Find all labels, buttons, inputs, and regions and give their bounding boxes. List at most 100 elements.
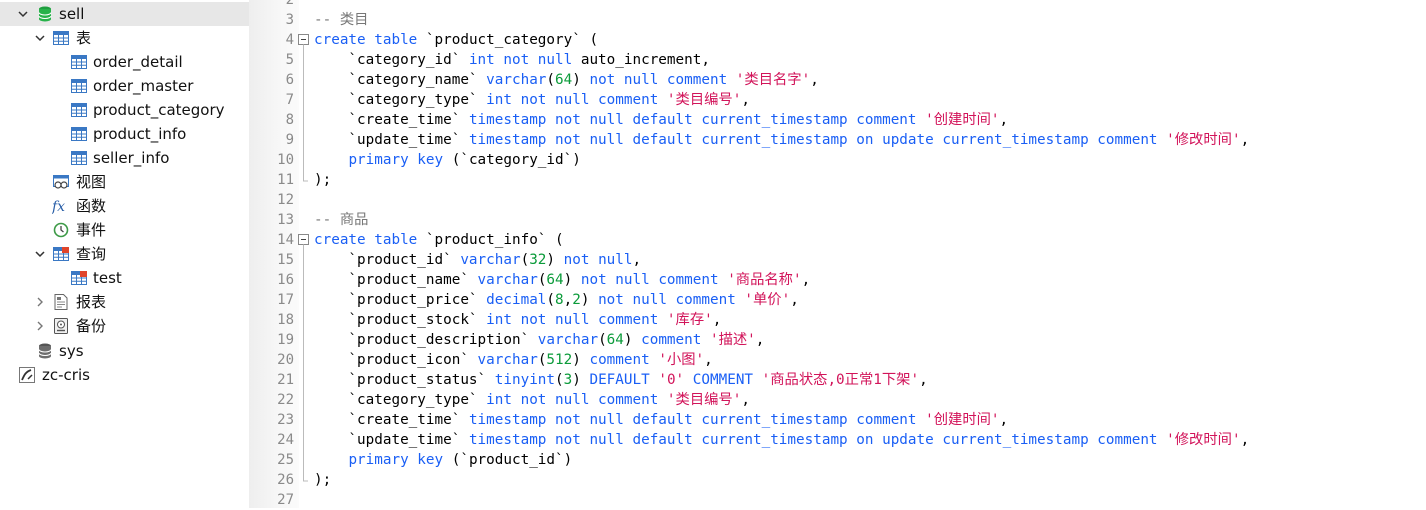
table-icon — [70, 98, 88, 122]
code-line[interactable]: create table `product_info` ( — [314, 230, 564, 250]
token-str: '类目名字' — [735, 72, 811, 88]
connection-icon — [18, 363, 36, 387]
tree-table-order-detail[interactable]: order_detail — [0, 50, 249, 74]
token-text: ) — [572, 352, 590, 368]
code-line[interactable]: ); — [314, 470, 331, 490]
token-text: `category_type` — [314, 92, 487, 108]
code-line[interactable]: -- 商品 — [314, 210, 368, 230]
tree-label: order_detail — [93, 53, 183, 71]
code-line[interactable]: `category_id` int not null auto_incremen… — [314, 50, 710, 70]
tree-connection-zc-cris[interactable]: zc-cris — [0, 363, 249, 387]
tree-folder-backups[interactable]: 备份 — [0, 314, 249, 338]
fold-guide — [298, 290, 309, 310]
line-number: 2 — [285, 0, 294, 8]
code-line[interactable]: `product_status` tinyint(3) DEFAULT '0' … — [314, 370, 927, 390]
token-kw: create table — [314, 32, 426, 48]
code-line[interactable]: `update_time` timestamp not null default… — [314, 430, 1249, 450]
token-kw: varchar — [460, 252, 521, 268]
backup-icon — [52, 314, 70, 338]
code-line[interactable]: `update_time` timestamp not null default… — [314, 130, 1249, 150]
fold-guide — [298, 390, 309, 410]
tree-db-sell[interactable]: sell — [0, 2, 249, 26]
token-text: `product_description` — [314, 332, 538, 348]
tree-folder-events[interactable]: 事件 — [0, 218, 249, 242]
tree-table-product-category[interactable]: product_category — [0, 98, 249, 122]
fold-guide — [298, 150, 309, 170]
token-kw: varchar — [477, 272, 538, 288]
tree-db-sys[interactable]: sys — [0, 339, 249, 363]
token-str: '类目编号' — [666, 392, 742, 408]
tree-label: sell — [59, 5, 85, 23]
code-line[interactable]: create table `product_category` ( — [314, 30, 598, 50]
token-cm: -- 商品 — [314, 212, 369, 228]
token-text: auto_increment, — [580, 52, 710, 68]
code-line[interactable]: `create_time` timestamp not null default… — [314, 110, 1008, 130]
code-line[interactable]: `product_stock` int not null comment '库存… — [314, 310, 721, 330]
fold-guide — [298, 270, 309, 290]
token-text: (`category_id`) — [451, 152, 581, 168]
line-number: 8 — [285, 112, 294, 128]
code-line[interactable]: `product_description` varchar(64) commen… — [314, 330, 764, 350]
code-line[interactable]: `category_name` varchar(64) not null com… — [314, 70, 818, 90]
line-number: 26 — [277, 472, 294, 488]
tree-table-order-master[interactable]: order_master — [0, 74, 249, 98]
token-text: ) — [572, 372, 590, 388]
fold-end-marker — [298, 170, 309, 190]
token-kw: not null comment — [589, 72, 736, 88]
tree-table-seller-info[interactable]: seller_info — [0, 146, 249, 170]
code-line[interactable]: `product_price` decimal(8,2) not null co… — [314, 290, 798, 310]
code-line[interactable]: primary key (`product_id`) — [314, 450, 572, 470]
token-kw: tinyint — [494, 372, 556, 388]
line-number: 27 — [277, 492, 294, 508]
token-str: '类目编号' — [666, 92, 742, 108]
code-line[interactable]: `product_icon` varchar(512) comment '小图'… — [314, 350, 712, 370]
code-line[interactable]: `product_id` varchar(32) not null, — [314, 250, 641, 270]
token-text: ) — [580, 292, 599, 308]
line-number: 11 — [277, 172, 294, 188]
tree-folder-functions[interactable]: fx 函数 — [0, 194, 249, 218]
token-kw: timestamp not null default current_times… — [468, 432, 1167, 448]
chevron-right-icon[interactable] — [33, 314, 47, 338]
token-str: '小图' — [658, 352, 705, 368]
code-line[interactable]: ); — [314, 170, 331, 190]
code-line[interactable]: primary key (`category_id`) — [314, 150, 581, 170]
code-line[interactable]: `product_name` varchar(64) not null comm… — [314, 270, 810, 290]
tree-folder-reports[interactable]: 报表 — [0, 290, 249, 314]
line-number: 18 — [277, 312, 294, 328]
chevron-right-icon[interactable] — [33, 290, 47, 314]
line-number: 4 — [285, 32, 294, 48]
line-number: 10 — [277, 152, 294, 168]
line-number: 7 — [285, 92, 294, 108]
fold-toggle-icon[interactable] — [298, 230, 309, 250]
line-number: 25 — [277, 452, 294, 468]
clock-icon — [52, 218, 70, 242]
tree-label: 报表 — [76, 293, 107, 311]
query-icon — [52, 242, 70, 266]
fold-guide — [298, 250, 309, 270]
token-text: ) — [572, 72, 590, 88]
token-text: `category_id` — [314, 52, 469, 68]
tree-folder-views[interactable]: 视图 — [0, 170, 249, 194]
code-line[interactable]: -- 类目 — [314, 10, 368, 30]
token-text: `product_status` — [314, 372, 495, 388]
chevron-down-icon[interactable] — [16, 2, 30, 26]
tree-query-test[interactable]: test — [0, 266, 249, 290]
token-text: `product_name` — [314, 272, 478, 288]
token-str: '修改时间' — [1166, 132, 1241, 148]
fold-toggle-icon[interactable] — [298, 30, 309, 50]
chevron-down-icon[interactable] — [33, 242, 47, 266]
code-line[interactable]: `create_time` timestamp not null default… — [314, 410, 1008, 430]
code-line[interactable]: `category_type` int not null comment '类目… — [314, 90, 750, 110]
tree-table-product-info[interactable]: product_info — [0, 122, 249, 146]
tree-label: sys — [59, 342, 84, 360]
token-kw: varchar — [537, 332, 599, 348]
token-text: `product_stock` — [314, 312, 487, 328]
tree-folder-queries[interactable]: 查询 — [0, 242, 249, 266]
chevron-down-icon[interactable] — [33, 26, 47, 50]
tree-folder-tables[interactable]: 表 — [0, 26, 249, 50]
tree-label: 查询 — [76, 245, 107, 263]
token-text: ( — [546, 292, 556, 308]
code-line[interactable]: `category_type` int not null comment '类目… — [314, 390, 750, 410]
fold-guide — [298, 110, 309, 130]
